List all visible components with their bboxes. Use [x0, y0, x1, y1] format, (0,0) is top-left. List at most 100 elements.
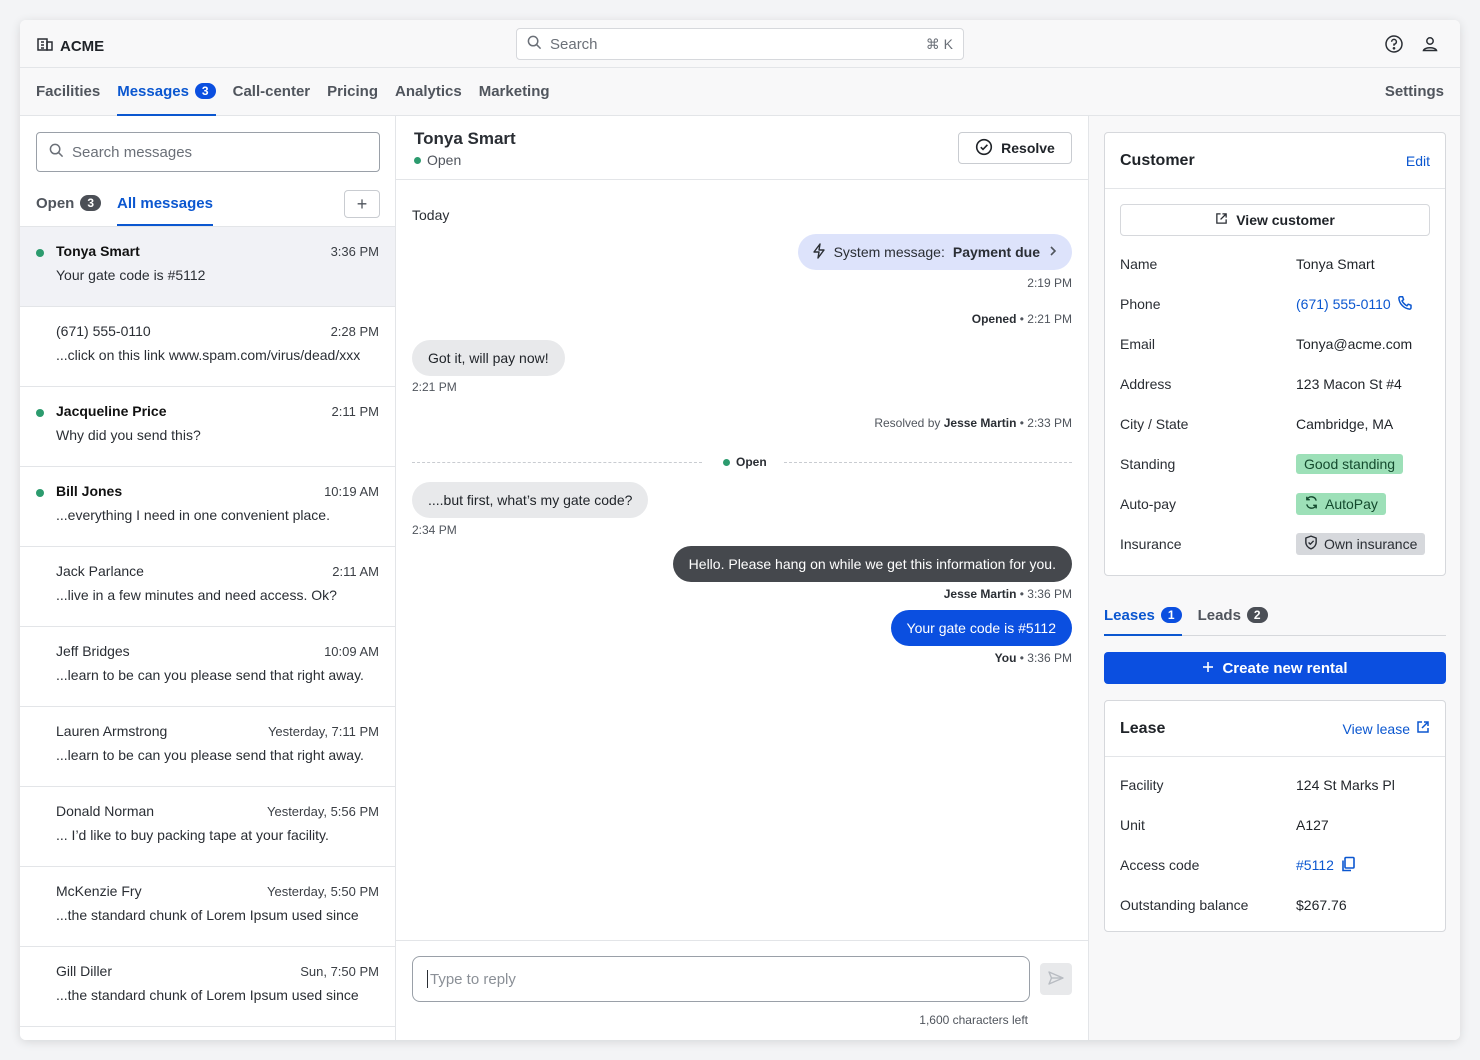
- characters-left: 1,600 characters left: [919, 1013, 1028, 1027]
- chat-status: Open: [414, 152, 461, 168]
- conversation-item[interactable]: Gill Diller Sun, 7:50 PM ...the standard …: [20, 947, 395, 1027]
- text-cursor: [427, 970, 428, 988]
- conversation-time: 3:36 PM: [330, 244, 379, 259]
- edit-customer-link[interactable]: Edit: [1406, 153, 1430, 169]
- access-code-link[interactable]: #5112: [1296, 856, 1356, 875]
- global-search-input[interactable]: Search ⌘ K: [516, 28, 964, 60]
- open-count-badge: 3: [80, 195, 102, 211]
- conversation-item[interactable]: Tonya Smart 3:36 PM Your gate code is #51…: [20, 227, 395, 307]
- conversation-time: 2:11 AM: [332, 564, 379, 579]
- divider-label: Open: [717, 455, 773, 469]
- tab-analytics[interactable]: Analytics: [395, 68, 462, 116]
- chat-header: Tonya Smart Open Resolve: [396, 116, 1088, 180]
- customer-field-standing: Standing Good standing: [1105, 444, 1445, 484]
- divider-text: Open: [736, 455, 767, 469]
- customer-field-name: Name Tonya Smart: [1105, 244, 1445, 284]
- refresh-icon: [1304, 495, 1319, 513]
- conversation-name: Jacqueline Price: [56, 403, 167, 419]
- field-label: Name: [1120, 256, 1158, 272]
- field-label: Insurance: [1120, 536, 1182, 552]
- opened-meta: Opened • 2:21 PM: [972, 312, 1072, 326]
- tab-label: Analytics: [395, 82, 462, 100]
- access-code-value: #5112: [1296, 857, 1334, 873]
- conversation-time: Yesterday, 5:56 PM: [266, 804, 379, 819]
- incoming-message: ....but first, what’s my gate code?: [412, 482, 649, 518]
- conversation-item[interactable]: Lauren Armstrong Yesterday, 7:11 PM ...le…: [20, 707, 395, 787]
- conversation-name: Gill Diller: [56, 963, 112, 979]
- field-value: Cambridge, MA: [1296, 416, 1394, 432]
- tab-marketing[interactable]: Marketing: [479, 68, 550, 116]
- leases-leads-tabs: Leases 1 Leads 2: [1104, 596, 1446, 636]
- conversation-item[interactable]: McKenzie Fry Yesterday, 5:50 PM ...the st…: [20, 867, 395, 947]
- lease-card: Lease View lease Facility 124 St Marks Pl…: [1104, 700, 1446, 932]
- tab-pricing[interactable]: Pricing: [327, 68, 378, 116]
- tab-leads[interactable]: Leads 2: [1198, 596, 1268, 636]
- send-button[interactable]: [1040, 963, 1072, 995]
- message-time: • 3:36 PM: [1019, 651, 1072, 665]
- conversation-item[interactable]: Jack Parlance 2:11 AM ...live in a few mi…: [20, 547, 395, 627]
- building-icon: [36, 35, 54, 57]
- field-label: City / State: [1120, 416, 1189, 432]
- conversation-preview: ... I’d like to buy packing tape at your…: [56, 827, 329, 843]
- tab-all-messages[interactable]: All messages: [117, 188, 213, 226]
- settings-link[interactable]: Settings: [1385, 83, 1444, 100]
- view-lease-link[interactable]: View lease: [1343, 720, 1430, 737]
- phone-link[interactable]: (671) 555-0110: [1296, 295, 1413, 314]
- status-dot: [723, 458, 730, 466]
- new-message-button[interactable]: +: [344, 190, 380, 218]
- user-icon[interactable]: [1420, 34, 1440, 54]
- tab-label: Facilities: [36, 82, 101, 100]
- resolved-meta: Resolved by Jesse Martin • 2:33 PM: [874, 416, 1072, 430]
- conversation-item[interactable]: (671) 555-0110 2:28 PM ...click on this l…: [20, 307, 395, 387]
- conversation-item[interactable]: Jacqueline Price 2:11 PM Why did you send…: [20, 387, 395, 467]
- insurance-label: Own insurance: [1324, 536, 1418, 552]
- resolved-by: Jesse Martin: [943, 416, 1017, 430]
- check-circle-icon: [975, 138, 993, 159]
- system-message-prefix: System message:: [833, 244, 945, 260]
- conversation-preview: ...learn to be can you please send that …: [56, 667, 364, 683]
- customer-field-email: Email Tonya@acme.com: [1105, 324, 1445, 364]
- external-link-icon: [1215, 212, 1228, 228]
- copy-icon[interactable]: [1340, 856, 1356, 875]
- tab-leases[interactable]: Leases 1: [1104, 596, 1182, 636]
- conversation-item[interactable]: Bill Jones 10:19 AM ...everything I need …: [20, 467, 395, 547]
- field-label: Outstanding balance: [1120, 897, 1249, 913]
- field-label: Standing: [1120, 456, 1176, 472]
- opened-label: Opened: [971, 312, 1017, 326]
- message-time: 2:34 PM: [412, 523, 457, 537]
- agent-message-meta: Jesse Martin • 3:36 PM: [944, 587, 1072, 601]
- create-rental-button[interactable]: Create new rental: [1104, 652, 1446, 684]
- resolve-button[interactable]: Resolve: [958, 132, 1072, 164]
- help-icon[interactable]: [1384, 34, 1404, 54]
- conversation-preview: Why did you send this?: [56, 427, 201, 443]
- tab-open[interactable]: Open 3: [36, 188, 102, 226]
- send-icon: [1048, 970, 1064, 988]
- tab-call-center[interactable]: Call-center: [233, 68, 311, 116]
- lease-field-unit: Unit A127: [1105, 805, 1445, 845]
- brand[interactable]: ACME: [36, 35, 104, 57]
- opened-time: • 2:21 PM: [1019, 312, 1072, 326]
- tab-facilities[interactable]: Facilities: [36, 68, 100, 116]
- conversation-preview: ...click on this link www.spam.com/virus…: [56, 347, 361, 363]
- create-rental-label: Create new rental: [1222, 659, 1348, 677]
- tab-messages[interactable]: Messages 3: [117, 68, 216, 116]
- system-message[interactable]: System message: Payment due: [797, 234, 1072, 270]
- chevron-right-icon: [1048, 244, 1058, 260]
- tab-label: Open: [36, 194, 75, 212]
- message-search-input[interactable]: Search messages: [36, 132, 380, 172]
- leads-count-badge: 2: [1246, 607, 1268, 623]
- view-customer-button[interactable]: View customer: [1120, 204, 1430, 236]
- reply-input[interactable]: Type to reply: [412, 956, 1030, 1002]
- resolved-time: • 2:33 PM: [1019, 416, 1072, 430]
- field-label: Access code: [1120, 857, 1200, 873]
- status-dot: [414, 156, 421, 164]
- brand-name: ACME: [60, 37, 105, 55]
- reply-placeholder: Type to reply: [430, 970, 516, 988]
- conversation-item[interactable]: Jeff Bridges 10:09 AM ...learn to be can …: [20, 627, 395, 707]
- conversation-name: Donald Norman: [56, 803, 155, 819]
- unread-dot: [36, 249, 44, 257]
- outgoing-message-meta: You • 3:36 PM: [995, 651, 1072, 665]
- conversation-item[interactable]: Donald Norman Yesterday, 5:56 PM ... I’d …: [20, 787, 395, 867]
- conversation-time: Yesterday, 7:11 PM: [267, 724, 379, 739]
- conversation-preview: ...the standard chunk of Lorem Ipsum use…: [56, 907, 359, 923]
